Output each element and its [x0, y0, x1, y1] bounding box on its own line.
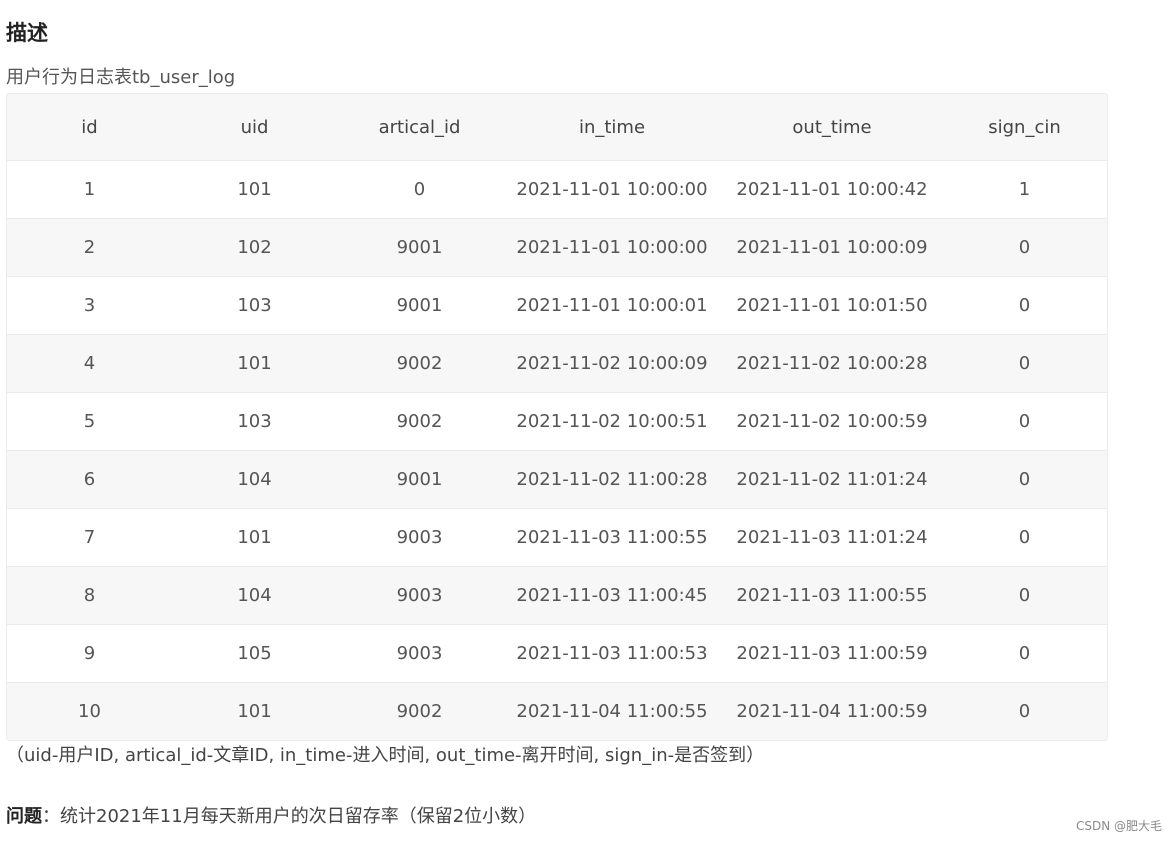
- cell-sign-cin: 1: [942, 160, 1107, 219]
- cell-in-time: 2021-11-01 10:00:00: [502, 160, 722, 219]
- cell-out-time: 2021-11-03 11:00:55: [722, 566, 942, 625]
- cell-artical-id: 9002: [337, 682, 502, 740]
- csdn-watermark: CSDN @肥大毛: [1075, 819, 1162, 833]
- table-row: 7 101 9003 2021-11-03 11:00:55 2021-11-03 11…: [7, 508, 1107, 567]
- cell-uid: 104: [172, 566, 337, 625]
- user-log-table: id uid artical_id in_time out_time sign_…: [7, 94, 1107, 740]
- column-header-in-time: in_time: [502, 94, 722, 161]
- cell-out-time: 2021-11-02 10:00:28: [722, 334, 942, 393]
- cell-uid: 101: [172, 334, 337, 393]
- cell-in-time: 2021-11-02 10:00:09: [502, 334, 722, 393]
- table-caption: 用户行为日志表tb_user_log: [6, 67, 236, 88]
- cell-uid: 103: [172, 276, 337, 335]
- cell-id: 4: [7, 334, 172, 393]
- column-header-artical-id: artical_id: [337, 94, 502, 161]
- cell-sign-cin: 0: [942, 450, 1107, 509]
- cell-id: 1: [7, 160, 172, 219]
- table-row: 8 104 9003 2021-11-03 11:00:45 2021-11-03 11…: [7, 566, 1107, 625]
- cell-in-time: 2021-11-04 11:00:55: [502, 682, 722, 740]
- table-row: 2 102 9001 2021-11-01 10:00:00 2021-11-01 10…: [7, 218, 1107, 277]
- cell-sign-cin: 0: [942, 624, 1107, 683]
- cell-in-time: 2021-11-03 11:00:55: [502, 508, 722, 567]
- cell-artical-id: 9003: [337, 566, 502, 625]
- cell-artical-id: 9002: [337, 334, 502, 393]
- cell-uid: 101: [172, 160, 337, 219]
- table-row: 6 104 9001 2021-11-02 11:00:28 2021-11-02 11…: [7, 450, 1107, 509]
- cell-artical-id: 9003: [337, 624, 502, 683]
- cell-out-time: 2021-11-04 11:00:59: [722, 682, 942, 740]
- cell-id: 2: [7, 218, 172, 277]
- cell-sign-cin: 0: [942, 566, 1107, 625]
- cell-artical-id: 9001: [337, 450, 502, 509]
- cell-artical-id: 0: [337, 160, 502, 219]
- section-heading: 描述: [6, 21, 48, 45]
- table-row: 3 103 9001 2021-11-01 10:00:01 2021-11-01 10…: [7, 276, 1107, 335]
- cell-sign-cin: 0: [942, 508, 1107, 567]
- cell-out-time: 2021-11-01 10:00:09: [722, 218, 942, 277]
- cell-id: 7: [7, 508, 172, 567]
- question-line: 问题：统计2021年11月每天新用户的次日留存率（保留2位小数）: [6, 803, 536, 831]
- cell-out-time: 2021-11-03 11:01:24: [722, 508, 942, 567]
- cell-id: 8: [7, 566, 172, 625]
- cell-in-time: 2021-11-03 11:00:45: [502, 566, 722, 625]
- cell-sign-cin: 0: [942, 392, 1107, 451]
- column-header-id: id: [7, 94, 172, 161]
- cell-uid: 103: [172, 392, 337, 451]
- cell-in-time: 2021-11-02 11:00:28: [502, 450, 722, 509]
- cell-artical-id: 9002: [337, 392, 502, 451]
- cell-in-time: 2021-11-03 11:00:53: [502, 624, 722, 683]
- cell-id: 3: [7, 276, 172, 335]
- cell-id: 9: [7, 624, 172, 683]
- cell-sign-cin: 0: [942, 276, 1107, 335]
- question-label: 问题: [6, 806, 42, 827]
- user-log-table-container: id uid artical_id in_time out_time sign_…: [6, 93, 1108, 741]
- table-row: 1 101 0 2021-11-01 10:00:00 2021-11-01 10:00…: [7, 160, 1107, 219]
- table-row: 9 105 9003 2021-11-03 11:00:53 2021-11-03 11…: [7, 624, 1107, 683]
- cell-in-time: 2021-11-01 10:00:01: [502, 276, 722, 335]
- column-header-out-time: out_time: [722, 94, 942, 161]
- cell-out-time: 2021-11-02 11:01:24: [722, 450, 942, 509]
- cell-id: 6: [7, 450, 172, 509]
- cell-out-time: 2021-11-03 11:00:59: [722, 624, 942, 683]
- column-description-note: （uid-用户ID, artical_id-文章ID, in_time-进入时间…: [6, 745, 765, 766]
- cell-out-time: 2021-11-01 10:00:42: [722, 160, 942, 219]
- table-row: 10 101 9002 2021-11-04 11:00:55 2021-11-04 1…: [7, 682, 1107, 740]
- cell-uid: 105: [172, 624, 337, 683]
- cell-out-time: 2021-11-01 10:01:50: [722, 276, 942, 335]
- cell-artical-id: 9003: [337, 508, 502, 567]
- cell-uid: 101: [172, 508, 337, 567]
- cell-sign-cin: 0: [942, 218, 1107, 277]
- cell-in-time: 2021-11-02 10:00:51: [502, 392, 722, 451]
- cell-id: 5: [7, 392, 172, 451]
- table-body: 1 101 0 2021-11-01 10:00:00 2021-11-01 10:00…: [7, 160, 1107, 740]
- cell-artical-id: 9001: [337, 218, 502, 277]
- table-row: 4 101 9002 2021-11-02 10:00:09 2021-11-02 10…: [7, 334, 1107, 393]
- table-header-row: id uid artical_id in_time out_time sign_…: [7, 94, 1107, 161]
- cell-sign-cin: 0: [942, 334, 1107, 393]
- cell-sign-cin: 0: [942, 682, 1107, 740]
- column-header-uid: uid: [172, 94, 337, 161]
- cell-uid: 101: [172, 682, 337, 740]
- cell-uid: 102: [172, 218, 337, 277]
- question-text: 统计2021年11月每天新用户的次日留存率（保留2位小数）: [60, 806, 537, 827]
- cell-in-time: 2021-11-01 10:00:00: [502, 218, 722, 277]
- cell-id: 10: [7, 682, 172, 740]
- question-separator: ：: [42, 806, 60, 827]
- column-header-sign-cin: sign_cin: [942, 94, 1107, 161]
- table-row: 5 103 9002 2021-11-02 10:00:51 2021-11-02 10…: [7, 392, 1107, 451]
- cell-out-time: 2021-11-02 10:00:59: [722, 392, 942, 451]
- cell-artical-id: 9001: [337, 276, 502, 335]
- cell-uid: 104: [172, 450, 337, 509]
